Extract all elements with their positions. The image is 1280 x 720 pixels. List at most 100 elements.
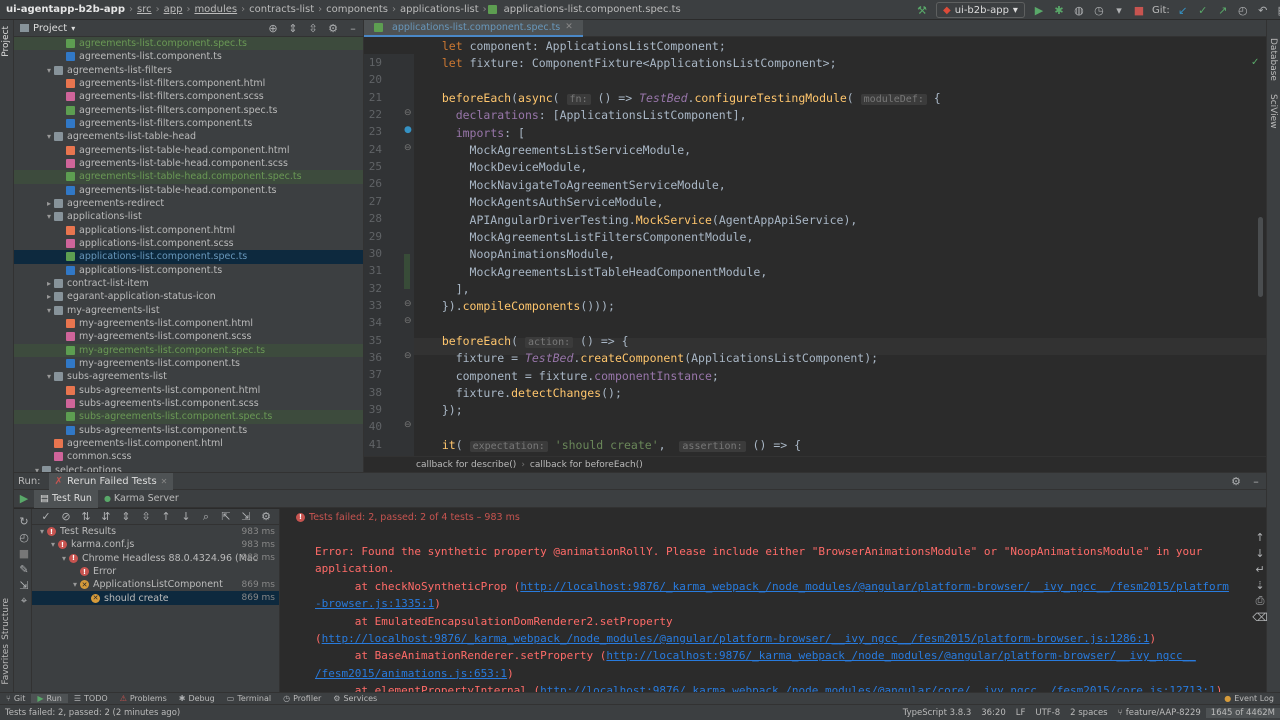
debug-icon[interactable]: ✱ (1051, 2, 1067, 18)
rerun-failed-icon[interactable]: ↻ (16, 513, 32, 529)
show-ignored-icon[interactable]: ⊘ (58, 509, 74, 525)
bottom-tab-todo[interactable]: ☰ TODO (68, 694, 114, 703)
test-tree-node[interactable]: ▾! Chrome Headless 88.0.4324.96 (Mac 983 m… (32, 552, 279, 565)
pin-icon[interactable]: ⌖ (16, 593, 32, 609)
fold-icon[interactable]: ⊖ (404, 299, 412, 309)
editor-tab-active[interactable]: applications-list.component.spec.ts ✕ (364, 19, 583, 37)
editor-breadcrumb-beforeeach[interactable]: callback for beforeEach() (530, 460, 643, 470)
event-log-button[interactable]: ● Event Log (1218, 694, 1280, 703)
up-stack-icon[interactable]: ↑ (1252, 529, 1268, 545)
structure-tool-button[interactable]: Structure (1, 598, 11, 640)
expand-all-icon[interactable]: ⇕ (285, 20, 301, 36)
test-console[interactable]: ! Tests failed: 2, passed: 2 of 4 tests … (280, 509, 1250, 693)
gear-icon[interactable]: ⚙ (325, 20, 341, 36)
tree-file[interactable]: subs-agreements-list.component.ts (14, 424, 363, 437)
tree-file[interactable]: applications-list.component.scss (14, 237, 363, 250)
chevron-down-icon[interactable]: ▾ (44, 372, 54, 381)
line-separator[interactable]: LF (1011, 708, 1031, 718)
tree-file[interactable]: subs-agreements-list.component.scss (14, 397, 363, 410)
bottom-tab-run[interactable]: ▶ Run (31, 694, 68, 703)
tree-file[interactable]: agreements-list.component.html (14, 437, 363, 450)
sort-duration-icon[interactable]: ⇵ (98, 509, 114, 525)
bottom-tab-terminal[interactable]: ▭ Terminal (221, 694, 277, 703)
tree-file[interactable]: agreements-list-table-head.component.scs… (14, 157, 363, 170)
previous-failed-icon[interactable]: ↑ (158, 509, 174, 525)
gear-icon[interactable]: ⚙ (1228, 473, 1244, 489)
hide-icon[interactable]: – (1248, 473, 1264, 489)
tree-file[interactable]: applications-list.component.ts (14, 264, 363, 277)
test-tree-node[interactable]: ▾! karma.conf.js 983 ms (32, 538, 279, 551)
tree-file[interactable]: my-agreements-list.component.spec.ts (14, 343, 363, 357)
fold-icon[interactable]: ⊖ (404, 420, 412, 430)
tree-folder[interactable]: ▾ select-options (14, 464, 363, 472)
chevron-down-icon[interactable]: ▾ (44, 212, 54, 221)
favorites-tool-button[interactable]: Favorites (1, 644, 11, 685)
bottom-tab-debug[interactable]: ✱ Debug (173, 694, 221, 703)
tree-file[interactable]: my-agreements-list.component.scss (14, 330, 363, 343)
chevron-right-icon[interactable]: ▸ (44, 199, 54, 208)
toggle-auto-test-icon[interactable]: ◴ (16, 529, 32, 545)
locate-icon[interactable]: ⊕ (265, 20, 281, 36)
code-area[interactable]: 19 20 21 22 23 24 25 26 27 28 29 30 31 32 33 34 35 36 37 38… (364, 37, 1266, 456)
bottom-tab-git[interactable]: ⑂ Git (0, 694, 31, 703)
inspection-ok-icon[interactable]: ✓ (1251, 57, 1259, 68)
status-message[interactable]: Tests failed: 2, passed: 2 (2 minutes ag… (0, 708, 185, 718)
tree-file[interactable]: agreements-list-filters.component.ts (14, 117, 363, 130)
fold-icon[interactable]: ⊖ (404, 316, 412, 326)
run-icon[interactable]: ▶ (1031, 2, 1047, 18)
chevron-down-icon[interactable]: ▾ (59, 554, 69, 563)
collapse-all-icon[interactable]: ⇳ (305, 20, 321, 36)
import-tests-icon[interactable]: ⇱ (218, 509, 234, 525)
chevron-down-icon[interactable]: ▾ (44, 66, 54, 75)
fold-icon[interactable]: ⊖ (404, 143, 412, 153)
tree-folder[interactable]: ▸ agreements-redirect (14, 197, 363, 210)
stop-icon[interactable]: ■ (16, 545, 32, 561)
sciview-tool-button[interactable]: SciView (1268, 94, 1278, 129)
stack-frame-link[interactable]: -browser.js:1335:1 (315, 597, 434, 610)
rerun-icon[interactable]: ▶ (16, 491, 32, 507)
history-icon[interactable]: ◴ (1235, 2, 1251, 18)
tree-file[interactable]: applications-list.component.spec.ts (14, 250, 363, 264)
scroll-to-end-icon[interactable]: ⇣ (1252, 577, 1268, 593)
project-panel-title[interactable]: Project (33, 23, 67, 34)
breadcrumb-applications-list[interactable]: applications-list (397, 4, 482, 15)
tree-file[interactable]: agreements-list-filters.component.spec.t… (14, 104, 363, 117)
tree-folder[interactable]: ▾ agreements-list-filters (14, 64, 363, 77)
down-stack-icon[interactable]: ↓ (1252, 545, 1268, 561)
hammer-build-icon[interactable]: ⚒ (914, 2, 930, 18)
breadcrumb-components[interactable]: components (323, 4, 391, 15)
tree-folder[interactable]: ▸ egarant-application-status-icon (14, 290, 363, 303)
caret-position[interactable]: 36:20 (976, 708, 1011, 718)
test-tree-node[interactable]: ▾ ✕ ApplicationsListComponent 869 ms (32, 578, 279, 591)
subtab-karma-server[interactable]: ● Karma Server (98, 490, 185, 508)
editor-breadcrumb-describe[interactable]: callback for describe() (416, 460, 516, 470)
sort-alpha-icon[interactable]: ⇅ (78, 509, 94, 525)
tree-file[interactable]: subs-agreements-list.component.spec.ts (14, 410, 363, 424)
tree-file[interactable]: common.scss (14, 450, 363, 463)
close-icon[interactable]: ✕ (565, 22, 573, 32)
stop-icon[interactable]: ■ (1131, 2, 1147, 18)
breadcrumb-project[interactable]: ui-agentapp-b2b-app (0, 4, 128, 15)
chevron-down-icon[interactable]: ▾ (48, 540, 58, 549)
chevron-down-icon[interactable]: ▾ (44, 132, 54, 141)
indent-setting[interactable]: 2 spaces (1065, 708, 1112, 718)
expand-all-icon[interactable]: ⇕ (118, 509, 134, 525)
test-tree-node[interactable]: ! Error (32, 565, 279, 578)
tree-file[interactable]: my-agreements-list.component.ts (14, 357, 363, 370)
chevron-down-icon[interactable]: ▾ (37, 527, 47, 536)
git-push-icon[interactable]: ↗ (1215, 2, 1231, 18)
tree-file[interactable]: my-agreements-list.component.html (14, 317, 363, 330)
tree-file[interactable]: applications-list.component.html (14, 224, 363, 237)
stack-frame-link[interactable]: /fesm2015/animations.js:653:1 (315, 667, 507, 680)
tree-file[interactable]: agreements-list-table-head.component.spe… (14, 170, 363, 184)
breadcrumb-modules[interactable]: modules (191, 4, 240, 15)
coverage-icon[interactable]: ◍ (1071, 2, 1087, 18)
run-configuration-select[interactable]: ◆ ui-b2b-app ▾ (936, 2, 1025, 18)
stack-frame-link[interactable]: http://localhost:9876/_karma_webpack_/no… (322, 632, 1150, 645)
bottom-tab-problems[interactable]: ⚠ Problems (114, 694, 173, 703)
export-icon[interactable]: ⇲ (16, 577, 32, 593)
fold-icon[interactable]: ⊖ (404, 108, 412, 118)
trash-icon[interactable]: ⌫ (1252, 609, 1268, 625)
tree-file[interactable]: agreements-list-filters.component.html (14, 77, 363, 90)
tree-file[interactable]: agreements-list.component.spec.ts (14, 37, 363, 51)
